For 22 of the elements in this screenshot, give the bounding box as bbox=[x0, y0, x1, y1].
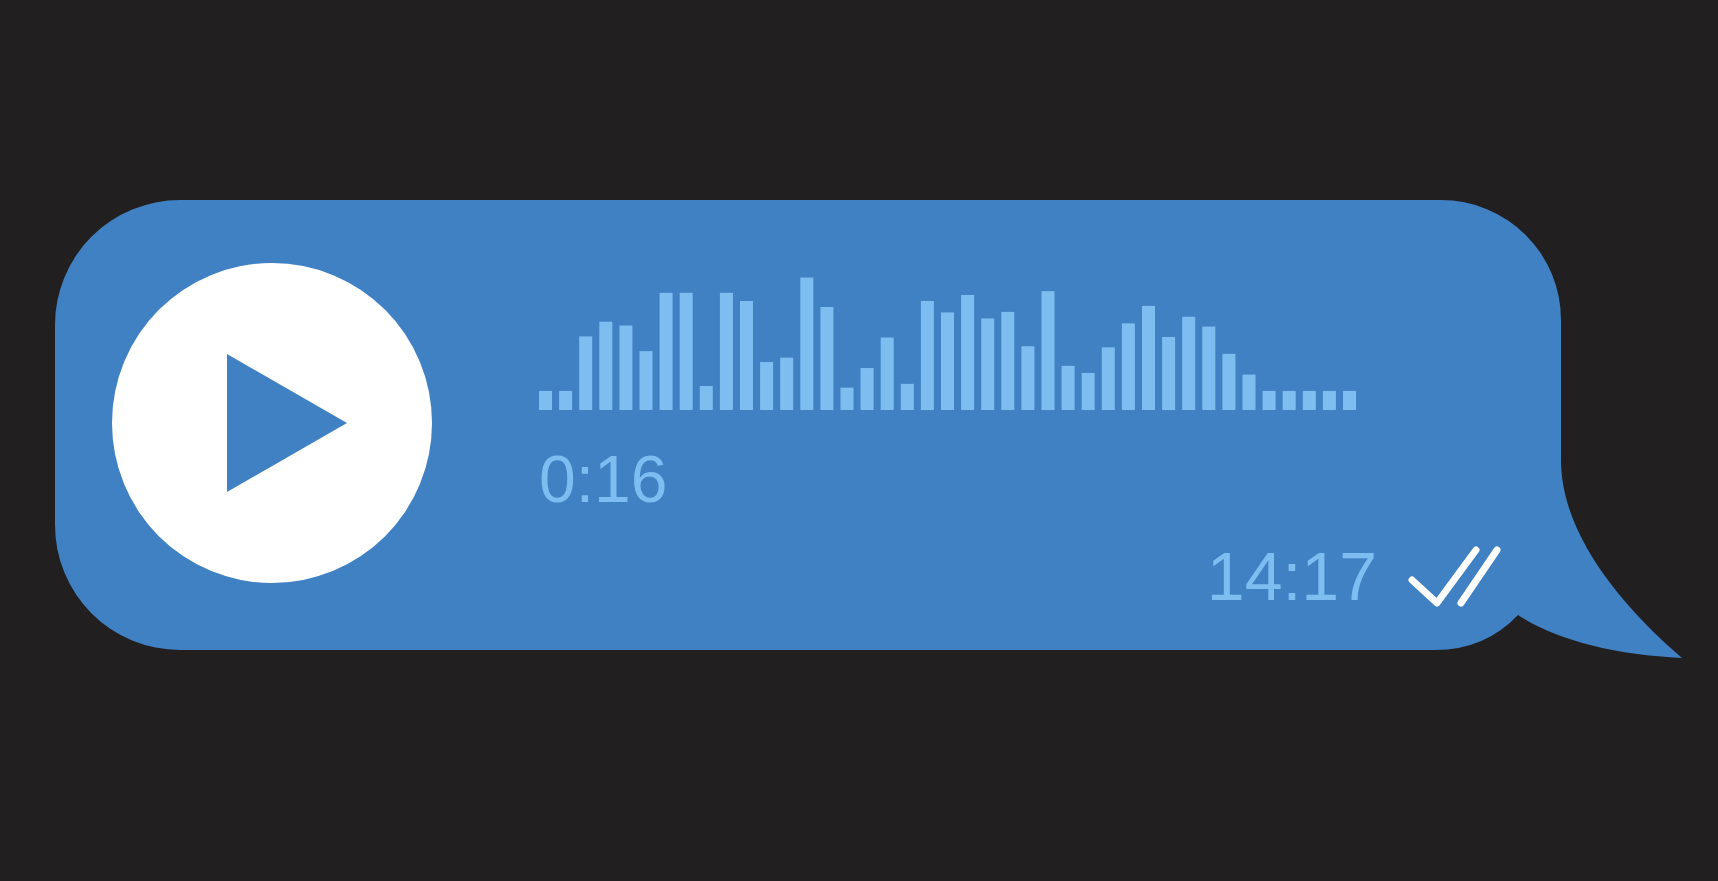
message-time: 14:17 bbox=[1206, 542, 1377, 610]
waveform-bar bbox=[860, 368, 874, 410]
waveform-bar bbox=[1302, 390, 1316, 410]
waveform-bar bbox=[840, 387, 854, 410]
waveform-bar bbox=[539, 390, 552, 410]
waveform-bar bbox=[1242, 374, 1256, 410]
waveform-bar bbox=[1343, 390, 1356, 410]
waveform-bar bbox=[1222, 353, 1236, 410]
waveform-bar bbox=[1282, 390, 1296, 410]
waveform-bar bbox=[760, 362, 774, 410]
duration-text: 0:16 bbox=[539, 446, 668, 512]
waveform-bar bbox=[1101, 347, 1115, 410]
waveform-bar bbox=[1262, 390, 1276, 410]
waveform-bar bbox=[1021, 346, 1035, 410]
waveform-bar bbox=[900, 383, 914, 410]
waveform-bar bbox=[1322, 390, 1336, 410]
waveform-bar bbox=[559, 390, 573, 410]
waveform-bar bbox=[699, 386, 713, 410]
waveform-bar bbox=[780, 357, 794, 410]
waveform-bar bbox=[639, 351, 653, 410]
waveform-bar bbox=[1081, 372, 1095, 410]
waveform-bar bbox=[1061, 365, 1075, 410]
